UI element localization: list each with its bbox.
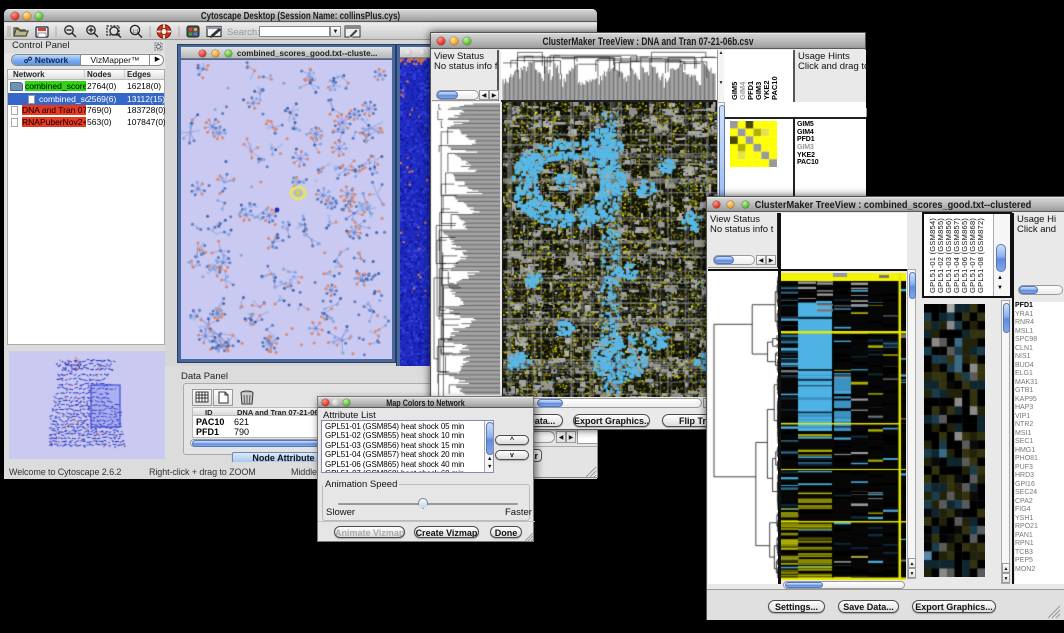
svg-text:1:1: 1:1	[133, 29, 140, 34]
